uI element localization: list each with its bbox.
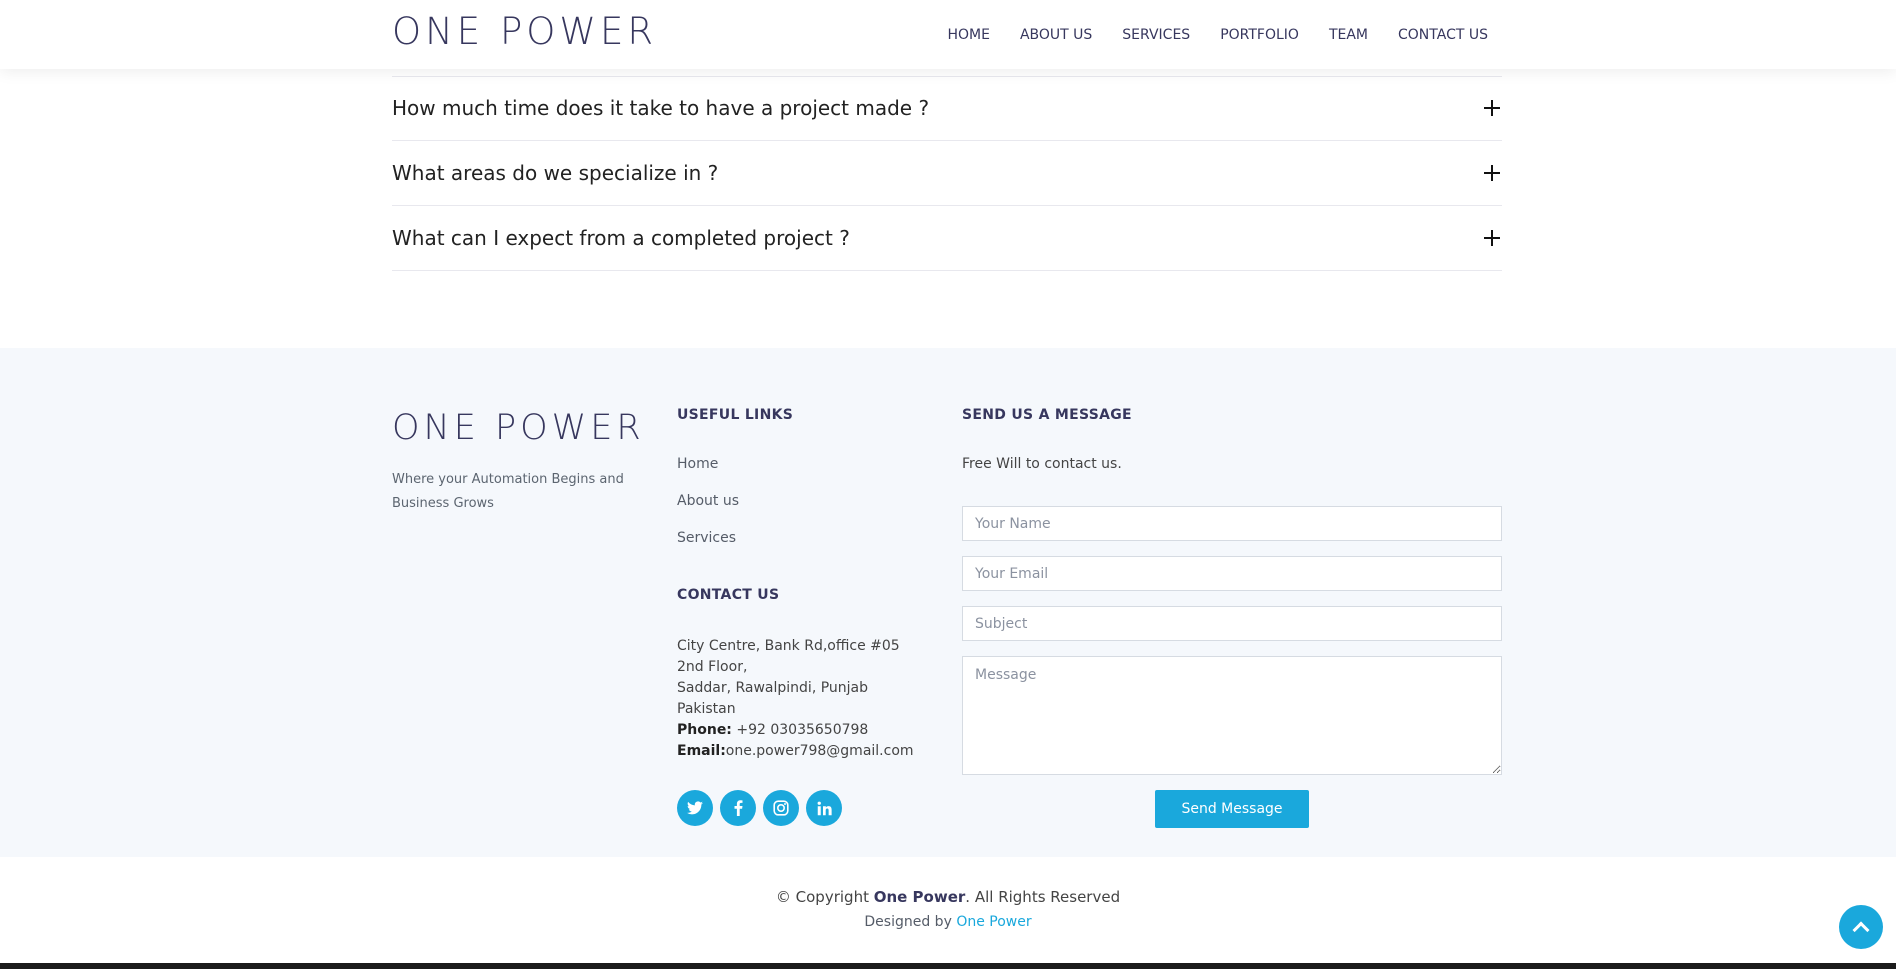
faq-item[interactable]: What areas do we specialize in ? bbox=[392, 141, 1502, 206]
chevron-up-icon bbox=[1852, 921, 1870, 939]
credits-prefix: Designed by bbox=[864, 914, 952, 930]
nav-contact-us[interactable]: CONTACT US bbox=[1398, 27, 1488, 43]
faq-question: What areas do we specialize in ? bbox=[392, 161, 719, 185]
footer-tagline: Where your Automation Begins and Busines… bbox=[392, 472, 624, 511]
nav-about-us[interactable]: ABOUT US bbox=[1020, 27, 1092, 43]
phone-label: Phone: bbox=[677, 722, 732, 738]
nav-team[interactable]: TEAM bbox=[1329, 27, 1368, 43]
copyright-prefix: © Copyright bbox=[775, 888, 869, 906]
footer-link-about-us[interactable]: About us bbox=[677, 493, 739, 509]
site-logo[interactable]: ONE POWER bbox=[392, 10, 657, 53]
copyright: © Copyright One Power. All Rights Reserv… bbox=[0, 888, 1896, 906]
social-links bbox=[677, 790, 849, 826]
nav-portfolio[interactable]: PORTFOLIO bbox=[1220, 27, 1299, 43]
email-row: Email:one.power798@gmail.com bbox=[677, 741, 922, 762]
faq-item[interactable]: What can I expect from a completed proje… bbox=[392, 206, 1502, 271]
facebook-icon[interactable] bbox=[720, 790, 756, 826]
nav-services[interactable]: SERVICES bbox=[1122, 27, 1190, 43]
email-input[interactable] bbox=[962, 556, 1502, 591]
send-message-subtitle: Free Will to contact us. bbox=[962, 456, 1122, 472]
address-line-2: Saddar, Rawalpindi, Punjab bbox=[677, 680, 869, 696]
phone-value: +92 03035650798 bbox=[736, 722, 869, 738]
address-country: Pakistan bbox=[677, 701, 736, 717]
name-input[interactable] bbox=[962, 506, 1502, 541]
bottom-bar bbox=[0, 963, 1896, 969]
header: ONE POWER HOME ABOUT US SERVICES PORTFOL… bbox=[0, 0, 1896, 69]
linkedin-icon[interactable] bbox=[806, 790, 842, 826]
main-nav: HOME ABOUT US SERVICES PORTFOLIO TEAM CO… bbox=[947, 0, 1488, 69]
instagram-icon[interactable] bbox=[763, 790, 799, 826]
faq-list: How much time does it take to have a pro… bbox=[392, 76, 1502, 271]
footer-link-services[interactable]: Services bbox=[677, 530, 736, 546]
copyright-brand: One Power bbox=[873, 888, 966, 906]
email-label: Email: bbox=[677, 743, 726, 759]
useful-links-heading: USEFUL LINKS bbox=[677, 407, 794, 423]
contact-heading: CONTACT US bbox=[677, 587, 780, 603]
faq-question: What can I expect from a completed proje… bbox=[392, 226, 850, 250]
contact-details: City Centre, Bank Rd,office #05 2nd Floo… bbox=[677, 636, 922, 762]
faq-item[interactable]: How much time does it take to have a pro… bbox=[392, 76, 1502, 141]
phone-row: Phone: +92 03035650798 bbox=[677, 720, 922, 741]
credits: Designed by One Power bbox=[0, 914, 1896, 930]
plus-icon[interactable] bbox=[1484, 230, 1500, 246]
faq-question: How much time does it take to have a pro… bbox=[392, 96, 930, 120]
send-message-button[interactable]: Send Message bbox=[1155, 790, 1309, 828]
address-line-1: City Centre, Bank Rd,office #05 2nd Floo… bbox=[677, 638, 900, 675]
send-message-heading: SEND US A MESSAGE bbox=[962, 407, 1132, 423]
message-textarea[interactable] bbox=[962, 656, 1502, 775]
plus-icon[interactable] bbox=[1484, 100, 1500, 116]
twitter-icon[interactable] bbox=[677, 790, 713, 826]
footer-logo: ONE POWER bbox=[392, 408, 645, 448]
email-value: one.power798@gmail.com bbox=[725, 743, 914, 759]
plus-icon[interactable] bbox=[1484, 165, 1500, 181]
copyright-suffix: . All Rights Reserved bbox=[965, 888, 1121, 906]
footer-top: ONE POWER Where your Automation Begins a… bbox=[0, 348, 1896, 857]
footer-link-home[interactable]: Home bbox=[677, 456, 718, 472]
back-to-top-button[interactable] bbox=[1839, 905, 1883, 949]
credits-link[interactable]: One Power bbox=[956, 914, 1031, 930]
subject-input[interactable] bbox=[962, 606, 1502, 641]
nav-home[interactable]: HOME bbox=[947, 27, 989, 43]
